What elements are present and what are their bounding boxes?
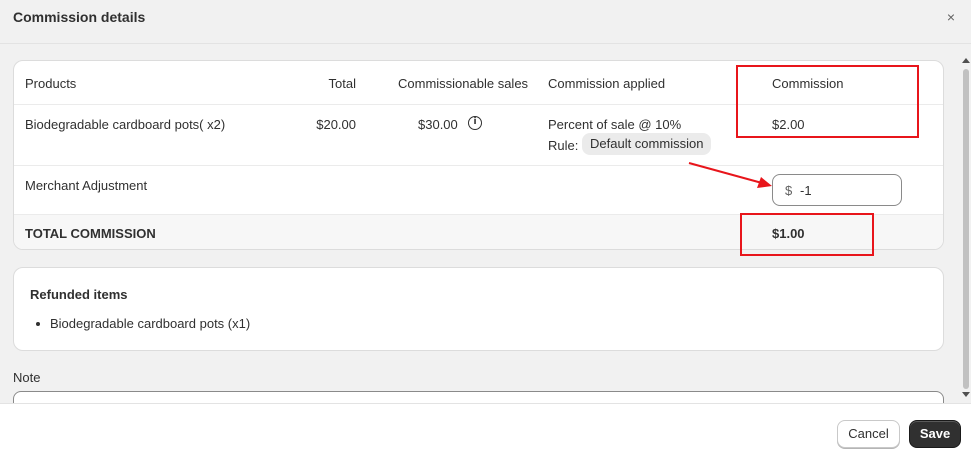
dialog-header: Commission details × bbox=[0, 0, 971, 44]
commissionable-sales-value: $30.00 bbox=[418, 117, 458, 132]
currency-prefix: $ bbox=[785, 183, 793, 198]
row-divider bbox=[14, 165, 943, 166]
refunded-item-text: Biodegradable cardboard pots (x1) bbox=[50, 316, 251, 331]
cancel-button[interactable]: Cancel bbox=[837, 420, 900, 448]
scroll-down-icon[interactable] bbox=[962, 392, 970, 397]
annotation-box-total bbox=[740, 213, 874, 256]
refunded-title: Refunded items bbox=[30, 287, 128, 302]
product-name: Biodegradable cardboard pots( x2) bbox=[25, 117, 226, 132]
save-button[interactable]: Save bbox=[909, 420, 961, 448]
info-icon[interactable]: i bbox=[468, 116, 482, 130]
product-total: $20.00 bbox=[316, 117, 356, 132]
adjustment-value[interactable]: -1 bbox=[800, 183, 812, 198]
total-label: TOTAL COMMISSION bbox=[25, 226, 156, 241]
annotation-box-commission bbox=[736, 65, 919, 138]
note-textarea[interactable] bbox=[13, 391, 944, 403]
note-label: Note bbox=[13, 370, 41, 385]
rule-label: Rule: bbox=[548, 138, 579, 153]
adjustment-label: Merchant Adjustment bbox=[25, 178, 148, 193]
dialog-title: Commission details bbox=[13, 9, 146, 25]
header-commissionable-sales: Commissionable sales bbox=[398, 76, 529, 91]
commission-applied-value: Percent of sale @ 10% bbox=[548, 117, 682, 132]
header-products: Products bbox=[25, 76, 77, 91]
adjustment-input[interactable]: $ -1 bbox=[772, 174, 902, 206]
dialog-footer: Cancel Save bbox=[0, 403, 971, 458]
close-icon[interactable]: × bbox=[943, 8, 959, 26]
refunded-items-card: Refunded items Biodegradable cardboard p… bbox=[13, 267, 944, 351]
scrollbar[interactable] bbox=[961, 45, 971, 403]
scrollbar-thumb[interactable] bbox=[963, 69, 969, 389]
scroll-up-icon[interactable] bbox=[962, 58, 970, 63]
bullet-icon bbox=[36, 322, 40, 326]
header-total: Total bbox=[328, 76, 356, 91]
header-commission-applied: Commission applied bbox=[548, 76, 666, 91]
rule-badge: Default commission bbox=[582, 133, 712, 155]
